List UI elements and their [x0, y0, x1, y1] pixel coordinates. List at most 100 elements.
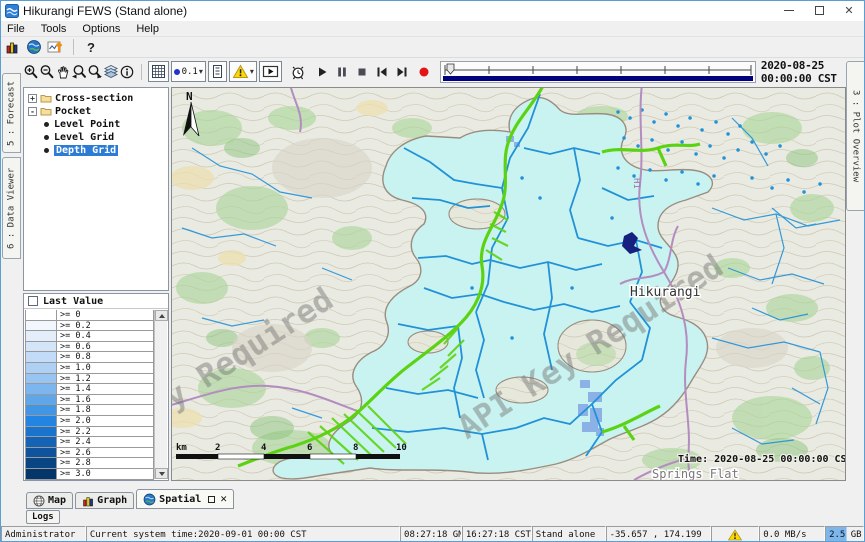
status-user: Administrator: [1, 526, 86, 542]
tree-node-label-selected: Depth Grid: [54, 145, 118, 156]
tree-node-level-point[interactable]: Level Point: [28, 118, 168, 130]
menu-file[interactable]: File: [7, 23, 25, 35]
maximize-icon: [815, 6, 824, 15]
timeline-slider[interactable]: [440, 61, 756, 83]
animation-player-button[interactable]: [259, 61, 282, 82]
timeseries-display-button[interactable]: [45, 37, 67, 57]
globe-icon: [143, 493, 156, 506]
topology-tree-panel: + Cross-section - Pocket Level Point Lev…: [23, 87, 169, 291]
grid-display-button[interactable]: [148, 61, 169, 82]
zoom-in-button[interactable]: [23, 62, 39, 82]
tab-map-label: Map: [48, 495, 66, 506]
skip-to-start-button[interactable]: [374, 62, 390, 82]
legend-row[interactable]: >= 1.0: [25, 363, 154, 374]
legend-class-list: >= 0>= 0.2>= 0.4>= 0.6>= 0.8>= 1.0>= 1.2…: [25, 310, 154, 479]
zoom-previous-button[interactable]: [71, 62, 87, 82]
menu-tools[interactable]: Tools: [41, 23, 67, 35]
legend-class-label: >= 0.4: [57, 331, 154, 342]
stop-button[interactable]: [354, 62, 370, 82]
legend-color-swatch: [25, 363, 57, 374]
legend-row[interactable]: >= 0.2: [25, 321, 154, 332]
legend-row[interactable]: >= 2.6: [25, 448, 154, 459]
tree-node-cross-section[interactable]: + Cross-section: [28, 92, 168, 104]
minimize-button[interactable]: [774, 1, 804, 19]
layers-button[interactable]: [103, 62, 119, 82]
explorer-button[interactable]: [1, 37, 23, 57]
timeline-thumb[interactable]: [447, 64, 454, 74]
scale-unit-label: km: [176, 443, 187, 453]
zoom-next-button[interactable]: [87, 62, 103, 82]
tab-graph[interactable]: Graph: [75, 492, 134, 509]
pause-icon: [334, 64, 350, 80]
scale-tick: 6: [307, 443, 312, 453]
scroll-up-button[interactable]: [155, 310, 168, 321]
legend-row[interactable]: >= 1.6: [25, 395, 154, 406]
close-button[interactable]: ✕: [834, 1, 864, 19]
legend-color-swatch: [25, 321, 57, 332]
record-button[interactable]: [416, 62, 432, 82]
bar-chart-icon: [4, 39, 20, 55]
expand-icon[interactable]: +: [28, 94, 37, 103]
threshold-dropdown[interactable]: 0.1 ▾: [171, 61, 206, 82]
last-value-checkbox[interactable]: [28, 296, 38, 306]
classification-button[interactable]: [208, 61, 227, 82]
tab-close-icon[interactable]: ✕: [220, 494, 227, 504]
play-button[interactable]: [314, 62, 330, 82]
menu-help[interactable]: Help: [136, 23, 159, 35]
legend-row[interactable]: >= 3.0: [25, 469, 154, 480]
scroll-down-button[interactable]: [155, 468, 168, 479]
minimize-icon: [784, 10, 794, 11]
tab-plot-overview[interactable]: 3 : Plot Overview: [846, 61, 865, 211]
tree-node-pocket[interactable]: - Pocket: [28, 105, 168, 117]
pan-button[interactable]: [55, 62, 71, 82]
legend-row[interactable]: >= 0.8: [25, 352, 154, 363]
toolbar-separator: [73, 39, 74, 55]
legend-color-swatch: [25, 310, 57, 321]
zoom-next-icon: [87, 64, 103, 80]
tab-forecast[interactable]: 5 : Forecast: [2, 73, 21, 153]
pause-button[interactable]: [334, 62, 350, 82]
maximize-button[interactable]: [804, 1, 834, 19]
legend-row[interactable]: >= 0.6: [25, 342, 154, 353]
tree-node-depth-grid[interactable]: Depth Grid: [28, 144, 168, 156]
legend-row[interactable]: >= 2.2: [25, 427, 154, 438]
grid-icon: [151, 64, 166, 79]
legend-row[interactable]: >= 1.2: [25, 374, 154, 385]
legend-color-swatch: [25, 384, 57, 395]
tab-data-viewer[interactable]: 6 : Data Viewer: [2, 157, 21, 259]
tab-spatial[interactable]: Spatial ✕: [136, 489, 234, 509]
pan-hand-icon: [55, 64, 71, 80]
legend-class-label: >= 2.8: [57, 458, 154, 469]
legend-row[interactable]: >= 2.8: [25, 458, 154, 469]
map-time-label: Time: 2020-08-25 00:00:00 CST: [678, 453, 845, 465]
tree-node-label: Level Grid: [54, 132, 114, 143]
legend-scrollbar[interactable]: [154, 310, 167, 479]
info-icon: [119, 64, 135, 80]
warning-icon: [232, 64, 249, 79]
tree-node-label: Level Point: [54, 119, 120, 130]
skip-to-end-button[interactable]: [394, 62, 410, 82]
warnings-dropdown[interactable]: ▾: [229, 61, 257, 82]
tree-node-label: Cross-section: [55, 93, 133, 104]
info-button[interactable]: [119, 62, 135, 82]
map-view[interactable]: API Key Required API Key Required Hikura…: [171, 87, 846, 481]
legend-row[interactable]: >= 2.0: [25, 416, 154, 427]
legend-row[interactable]: >= 1.4: [25, 384, 154, 395]
zoom-out-button[interactable]: [39, 62, 55, 82]
tab-restore-icon[interactable]: [208, 496, 215, 503]
collapse-icon[interactable]: -: [28, 107, 37, 116]
logs-tab[interactable]: Logs: [26, 510, 60, 524]
menu-options[interactable]: Options: [82, 23, 120, 35]
help-button[interactable]: ?: [80, 37, 102, 57]
legend-row[interactable]: >= 1.8: [25, 405, 154, 416]
tab-map[interactable]: Map: [26, 492, 73, 509]
legend-row[interactable]: >= 0.4: [25, 331, 154, 342]
legend-row[interactable]: >= 2.4: [25, 437, 154, 448]
status-warning-cell[interactable]: [711, 526, 759, 542]
status-memory: 2.5 GB: [825, 526, 864, 542]
map-canvas[interactable]: API Key Required API Key Required Hikura…: [172, 88, 845, 480]
animation-timer-button[interactable]: [290, 62, 306, 82]
legend-row[interactable]: >= 0: [25, 310, 154, 321]
map-display-button[interactable]: [23, 37, 45, 57]
tree-node-level-grid[interactable]: Level Grid: [28, 131, 168, 143]
